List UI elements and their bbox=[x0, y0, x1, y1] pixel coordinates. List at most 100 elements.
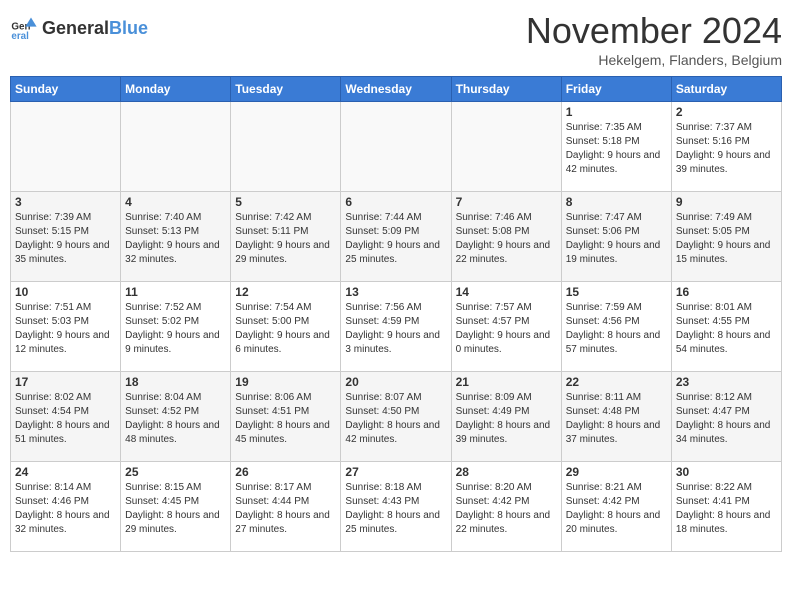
cell-info: Sunrise: 8:18 AM Sunset: 4:43 PM Dayligh… bbox=[345, 481, 446, 537]
calendar-cell: 26 Sunrise: 8:17 AM Sunset: 4:44 PM Dayli… bbox=[231, 462, 341, 552]
calendar-cell: 21 Sunrise: 8:09 AM Sunset: 4:49 PM Dayli… bbox=[451, 372, 561, 462]
cell-info: Sunrise: 7:49 AM Sunset: 5:05 PM Dayligh… bbox=[676, 211, 777, 267]
calendar-cell bbox=[11, 102, 121, 192]
day-number: 30 bbox=[676, 465, 777, 479]
calendar-cell: 9 Sunrise: 7:49 AM Sunset: 5:05 PM Daylig… bbox=[671, 192, 781, 282]
header-sunday: Sunday bbox=[11, 77, 121, 102]
calendar-cell: 11 Sunrise: 7:52 AM Sunset: 5:02 PM Dayli… bbox=[121, 282, 231, 372]
calendar-cell bbox=[451, 102, 561, 192]
calendar-cell: 12Sunrise: 7:54 AM Sunset: 5:00 PM Dayli… bbox=[231, 282, 341, 372]
calendar-cell: 24Sunrise: 8:14 AM Sunset: 4:46 PM Dayli… bbox=[11, 462, 121, 552]
calendar-cell: 4 Sunrise: 7:40 AM Sunset: 5:13 PM Daylig… bbox=[121, 192, 231, 282]
cell-info: Sunrise: 7:54 AM Sunset: 5:00 PM Dayligh… bbox=[235, 301, 336, 357]
header: Gen eral General Blue November 2024 Heke… bbox=[10, 10, 782, 68]
day-number: 23 bbox=[676, 375, 777, 389]
calendar-cell: 5 Sunrise: 7:42 AM Sunset: 5:11 PM Daylig… bbox=[231, 192, 341, 282]
cell-info: Sunrise: 8:17 AM Sunset: 4:44 PM Dayligh… bbox=[235, 481, 336, 537]
calendar-cell: 19 Sunrise: 8:06 AM Sunset: 4:51 PM Dayli… bbox=[231, 372, 341, 462]
calendar-cell: 17Sunrise: 8:02 AM Sunset: 4:54 PM Dayli… bbox=[11, 372, 121, 462]
cell-info: Sunrise: 8:06 AM Sunset: 4:51 PM Dayligh… bbox=[235, 391, 336, 447]
calendar-cell: 22 Sunrise: 8:11 AM Sunset: 4:48 PM Dayli… bbox=[561, 372, 671, 462]
day-number: 19 bbox=[235, 375, 336, 389]
calendar-cell: 27 Sunrise: 8:18 AM Sunset: 4:43 PM Dayli… bbox=[341, 462, 451, 552]
calendar-row: 17Sunrise: 8:02 AM Sunset: 4:54 PM Dayli… bbox=[11, 372, 782, 462]
cell-info: Sunrise: 8:11 AM Sunset: 4:48 PM Dayligh… bbox=[566, 391, 667, 447]
calendar-cell: 15Sunrise: 7:59 AM Sunset: 4:56 PM Dayli… bbox=[561, 282, 671, 372]
cell-info: Sunrise: 8:14 AM Sunset: 4:46 PM Dayligh… bbox=[15, 481, 116, 537]
header-saturday: Saturday bbox=[671, 77, 781, 102]
day-number: 18 bbox=[125, 375, 226, 389]
cell-info: Sunrise: 7:56 AM Sunset: 4:59 PM Dayligh… bbox=[345, 301, 446, 357]
day-number: 5 bbox=[235, 195, 336, 209]
day-number: 14 bbox=[456, 285, 557, 299]
calendar-cell: 13 Sunrise: 7:56 AM Sunset: 4:59 PM Dayli… bbox=[341, 282, 451, 372]
calendar-cell: 7 Sunrise: 7:46 AM Sunset: 5:08 PM Daylig… bbox=[451, 192, 561, 282]
calendar-cell: 28Sunrise: 8:20 AM Sunset: 4:42 PM Dayli… bbox=[451, 462, 561, 552]
calendar-header: SundayMondayTuesdayWednesdayThursdayFrid… bbox=[11, 77, 782, 102]
day-number: 7 bbox=[456, 195, 557, 209]
calendar-cell bbox=[121, 102, 231, 192]
day-number: 4 bbox=[125, 195, 226, 209]
svg-text:eral: eral bbox=[11, 31, 29, 42]
calendar-cell: 14 Sunrise: 7:57 AM Sunset: 4:57 PM Dayli… bbox=[451, 282, 561, 372]
calendar-row: 10 Sunrise: 7:51 AM Sunset: 5:03 PM Dayli… bbox=[11, 282, 782, 372]
cell-info: Sunrise: 7:39 AM Sunset: 5:15 PM Dayligh… bbox=[15, 211, 116, 267]
header-tuesday: Tuesday bbox=[231, 77, 341, 102]
day-number: 29 bbox=[566, 465, 667, 479]
cell-info: Sunrise: 7:42 AM Sunset: 5:11 PM Dayligh… bbox=[235, 211, 336, 267]
cell-info: Sunrise: 7:44 AM Sunset: 5:09 PM Dayligh… bbox=[345, 211, 446, 267]
day-number: 21 bbox=[456, 375, 557, 389]
calendar-cell: 6 Sunrise: 7:44 AM Sunset: 5:09 PM Daylig… bbox=[341, 192, 451, 282]
cell-info: Sunrise: 7:35 AM Sunset: 5:18 PM Dayligh… bbox=[566, 121, 667, 177]
cell-info: Sunrise: 8:21 AM Sunset: 4:42 PM Dayligh… bbox=[566, 481, 667, 537]
header-wednesday: Wednesday bbox=[341, 77, 451, 102]
logo-text-blue: Blue bbox=[109, 18, 148, 39]
calendar-table: SundayMondayTuesdayWednesdayThursdayFrid… bbox=[10, 76, 782, 552]
cell-info: Sunrise: 7:40 AM Sunset: 5:13 PM Dayligh… bbox=[125, 211, 226, 267]
day-number: 27 bbox=[345, 465, 446, 479]
day-number: 6 bbox=[345, 195, 446, 209]
cell-info: Sunrise: 7:46 AM Sunset: 5:08 PM Dayligh… bbox=[456, 211, 557, 267]
day-number: 26 bbox=[235, 465, 336, 479]
calendar-cell: 25 Sunrise: 8:15 AM Sunset: 4:45 PM Dayli… bbox=[121, 462, 231, 552]
cell-info: Sunrise: 8:15 AM Sunset: 4:45 PM Dayligh… bbox=[125, 481, 226, 537]
day-number: 11 bbox=[125, 285, 226, 299]
logo-text-general: General bbox=[42, 18, 109, 39]
cell-info: Sunrise: 8:12 AM Sunset: 4:47 PM Dayligh… bbox=[676, 391, 777, 447]
cell-info: Sunrise: 7:37 AM Sunset: 5:16 PM Dayligh… bbox=[676, 121, 777, 177]
calendar-row: 24Sunrise: 8:14 AM Sunset: 4:46 PM Dayli… bbox=[11, 462, 782, 552]
calendar-cell: 8Sunrise: 7:47 AM Sunset: 5:06 PM Daylig… bbox=[561, 192, 671, 282]
calendar-cell: 20 Sunrise: 8:07 AM Sunset: 4:50 PM Dayli… bbox=[341, 372, 451, 462]
day-number: 2 bbox=[676, 105, 777, 119]
day-number: 3 bbox=[15, 195, 116, 209]
day-number: 16 bbox=[676, 285, 777, 299]
calendar-cell: 1Sunrise: 7:35 AM Sunset: 5:18 PM Daylig… bbox=[561, 102, 671, 192]
calendar-cell bbox=[231, 102, 341, 192]
cell-info: Sunrise: 7:51 AM Sunset: 5:03 PM Dayligh… bbox=[15, 301, 116, 357]
day-number: 13 bbox=[345, 285, 446, 299]
calendar-cell: 2 Sunrise: 7:37 AM Sunset: 5:16 PM Daylig… bbox=[671, 102, 781, 192]
cell-info: Sunrise: 7:57 AM Sunset: 4:57 PM Dayligh… bbox=[456, 301, 557, 357]
header-friday: Friday bbox=[561, 77, 671, 102]
calendar-cell: 23 Sunrise: 8:12 AM Sunset: 4:47 PM Dayli… bbox=[671, 372, 781, 462]
logo-icon: Gen eral bbox=[10, 14, 38, 42]
calendar-row: 1Sunrise: 7:35 AM Sunset: 5:18 PM Daylig… bbox=[11, 102, 782, 192]
day-number: 17 bbox=[15, 375, 116, 389]
calendar-cell: 3 Sunrise: 7:39 AM Sunset: 5:15 PM Daylig… bbox=[11, 192, 121, 282]
day-number: 25 bbox=[125, 465, 226, 479]
cell-info: Sunrise: 7:52 AM Sunset: 5:02 PM Dayligh… bbox=[125, 301, 226, 357]
cell-info: Sunrise: 8:20 AM Sunset: 4:42 PM Dayligh… bbox=[456, 481, 557, 537]
day-number: 20 bbox=[345, 375, 446, 389]
day-number: 9 bbox=[676, 195, 777, 209]
calendar-cell: 29 Sunrise: 8:21 AM Sunset: 4:42 PM Dayli… bbox=[561, 462, 671, 552]
cell-info: Sunrise: 8:09 AM Sunset: 4:49 PM Dayligh… bbox=[456, 391, 557, 447]
day-number: 8 bbox=[566, 195, 667, 209]
header-monday: Monday bbox=[121, 77, 231, 102]
calendar-row: 3 Sunrise: 7:39 AM Sunset: 5:15 PM Daylig… bbox=[11, 192, 782, 282]
header-thursday: Thursday bbox=[451, 77, 561, 102]
day-number: 15 bbox=[566, 285, 667, 299]
cell-info: Sunrise: 8:07 AM Sunset: 4:50 PM Dayligh… bbox=[345, 391, 446, 447]
logo: Gen eral General Blue bbox=[10, 14, 148, 42]
day-number: 10 bbox=[15, 285, 116, 299]
day-number: 22 bbox=[566, 375, 667, 389]
